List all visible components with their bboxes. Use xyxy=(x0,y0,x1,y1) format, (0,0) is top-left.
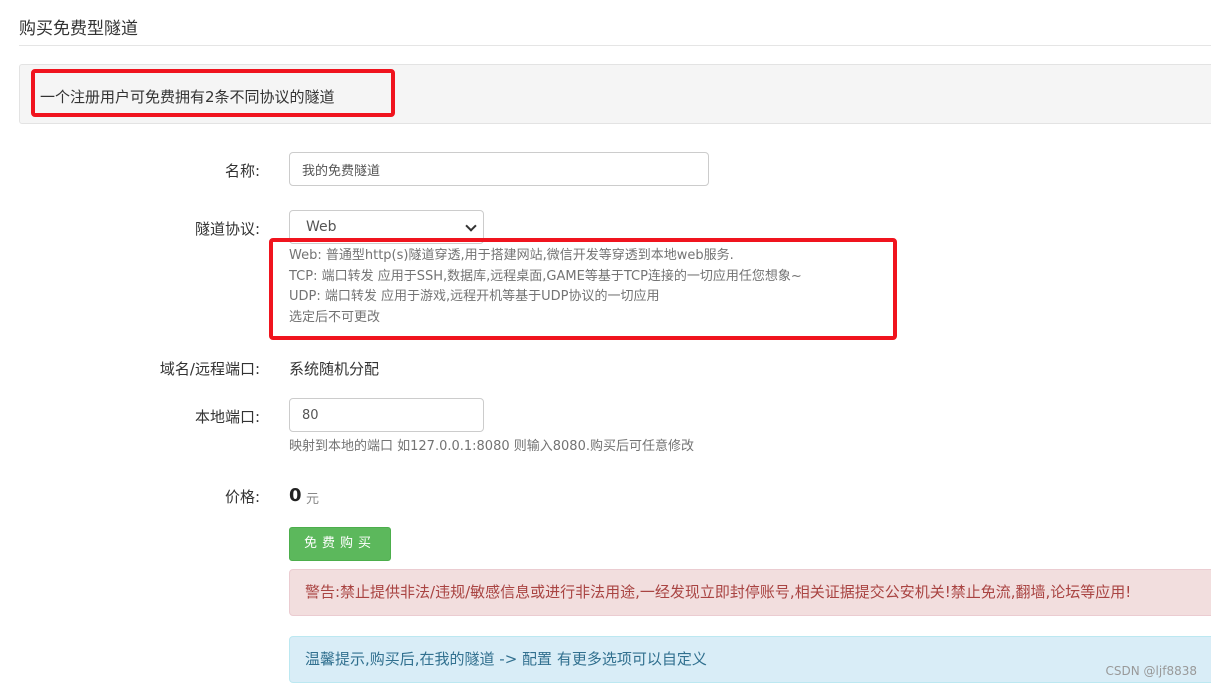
price-amount: 0 xyxy=(289,485,302,506)
warning-alert: 警告:禁止提供非法/违规/敏感信息或进行非法用途,一经发现立即封停账号,相关证据… xyxy=(289,569,1211,616)
free-buy-button[interactable]: 免费购买 xyxy=(289,527,391,561)
domain-value: 系统随机分配 xyxy=(289,360,380,378)
title-divider xyxy=(19,45,1211,46)
local-port-input[interactable] xyxy=(289,398,484,432)
price-unit: 元 xyxy=(306,492,320,507)
protocol-help: Web: 普通型http(s)隧道穿透,用于搭建网站,微信开发等穿透到本地web… xyxy=(289,246,802,328)
protocol-label: 隧道协议: xyxy=(194,220,260,238)
watermark: CSDN @ljf8838 xyxy=(1105,664,1197,678)
info-alert: 温馨提示,购买后,在我的隧道 -> 配置 有更多选项可以自定义 xyxy=(289,636,1211,683)
tunnel-name-input[interactable] xyxy=(289,152,709,186)
domain-label: 域名/远程端口: xyxy=(159,360,260,378)
protocol-help-note: 选定后不可更改 xyxy=(289,309,381,325)
price-label: 价格: xyxy=(224,488,260,506)
protocol-select[interactable]: Web xyxy=(289,210,484,244)
protocol-help-udp: UDP: 端口转发 应用于游戏,远程开机等基于UDP协议的一切应用 xyxy=(289,289,660,304)
page-title: 购买免费型隧道 xyxy=(19,19,138,39)
protocol-selected-value: Web xyxy=(306,219,337,235)
local-port-label: 本地端口: xyxy=(194,408,260,426)
protocol-help-tcp: TCP: 端口转发 应用于SSH,数据库,远程桌面,GAME等基于TCP连接的一… xyxy=(289,268,802,284)
notice-text: 一个注册用户可免费拥有2条不同协议的隧道 xyxy=(40,88,335,106)
local-port-help: 映射到本地的端口 如127.0.0.1:8080 则输入8080.购买后可任意修… xyxy=(289,439,694,454)
protocol-help-web: Web: 普通型http(s)隧道穿透,用于搭建网站,微信开发等穿透到本地web… xyxy=(289,248,734,263)
chevron-down-icon xyxy=(465,220,477,232)
name-label: 名称: xyxy=(224,162,260,180)
